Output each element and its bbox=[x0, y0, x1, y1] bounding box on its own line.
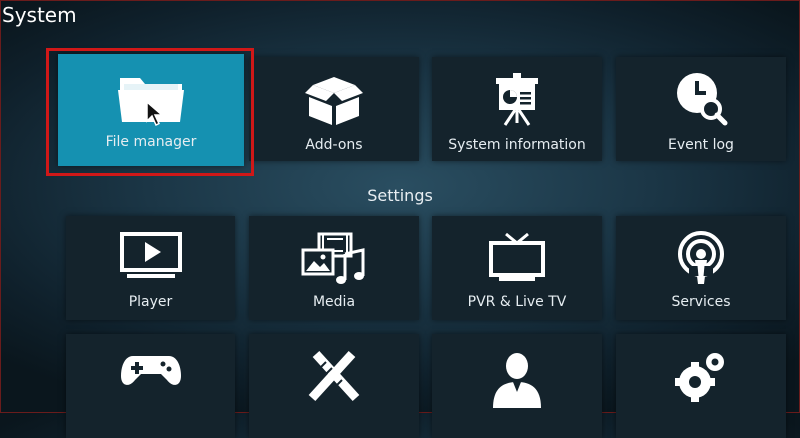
tile-label: Add-ons bbox=[305, 137, 363, 153]
tile-interface[interactable] bbox=[249, 334, 419, 438]
tile-add-ons[interactable]: Add-ons bbox=[249, 57, 419, 161]
tile-event-log[interactable]: Event log bbox=[616, 57, 786, 161]
tile-system-settings[interactable] bbox=[616, 334, 786, 438]
clock-search-icon bbox=[616, 71, 786, 131]
tile-label: PVR & Live TV bbox=[467, 294, 567, 310]
tile-media[interactable]: Media bbox=[249, 216, 419, 320]
settings-section-title: Settings bbox=[367, 186, 433, 205]
page-title: System bbox=[2, 3, 77, 27]
open-box-icon bbox=[249, 71, 419, 131]
user-profile-icon bbox=[432, 348, 602, 408]
tile-label: Event log bbox=[668, 137, 734, 153]
tile-games[interactable] bbox=[66, 334, 235, 438]
tile-system-information[interactable]: System information bbox=[432, 57, 602, 161]
tile-services[interactable]: Services bbox=[616, 216, 786, 320]
tile-label: Player bbox=[128, 294, 173, 310]
tile-pvr-live-tv[interactable]: PVR & Live TV bbox=[432, 216, 602, 320]
pencil-ruler-icon bbox=[249, 348, 419, 408]
player-screen-icon bbox=[66, 230, 235, 290]
mouse-cursor-icon bbox=[146, 101, 164, 127]
gears-icon bbox=[616, 348, 786, 408]
tile-player[interactable]: Player bbox=[66, 216, 235, 320]
presentation-board-icon bbox=[432, 71, 602, 131]
tv-antenna-icon bbox=[432, 230, 602, 290]
tile-label: File manager bbox=[105, 134, 197, 150]
tile-label: Media bbox=[312, 294, 356, 310]
tile-profiles[interactable] bbox=[432, 334, 602, 438]
media-film-music-icon bbox=[249, 230, 419, 290]
tile-label: System information bbox=[448, 137, 586, 153]
broadcast-icon bbox=[616, 230, 786, 290]
gamepad-icon bbox=[66, 350, 235, 410]
tile-label: Services bbox=[671, 294, 731, 310]
